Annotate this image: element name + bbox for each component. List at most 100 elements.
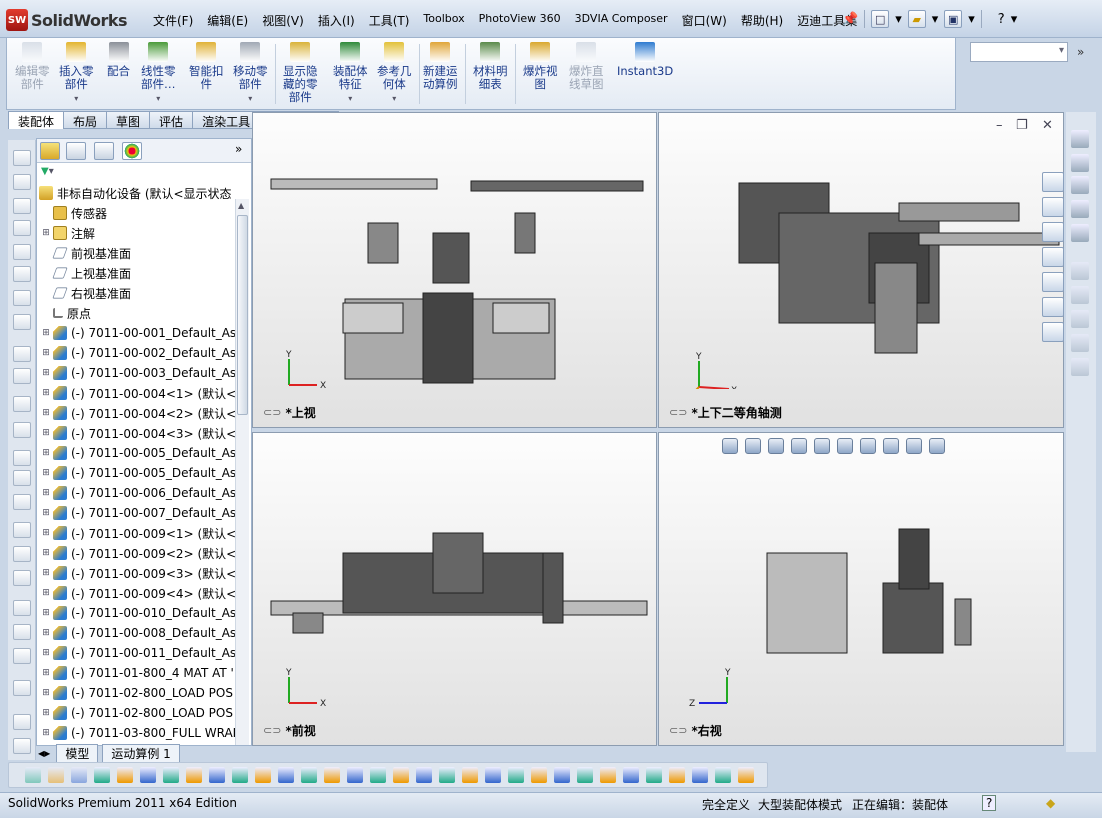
pin-icon[interactable]: 📌	[842, 12, 858, 27]
dropdown-icon[interactable]: ▾	[348, 92, 352, 105]
toolbar-icon[interactable]	[13, 290, 31, 306]
selection-filter-icon[interactable]	[508, 767, 524, 783]
toolbar-icon[interactable]	[13, 680, 31, 696]
dropdown-icon[interactable]: ▾	[932, 12, 939, 27]
expand-toggle-icon[interactable]: ⊞	[41, 228, 51, 238]
toolbar-icon[interactable]	[1071, 176, 1089, 194]
tree-item[interactable]: ⊞ (-) 7011-00-002_Default_As	[37, 343, 251, 363]
selection-filter-icon[interactable]	[140, 767, 156, 783]
selection-filter-icon[interactable]	[25, 767, 41, 783]
toolbar-icon[interactable]	[1071, 130, 1089, 148]
toolbar-icon[interactable]	[1071, 334, 1089, 352]
toolbar-icon[interactable]	[1071, 224, 1089, 242]
selection-filter-icon[interactable]	[646, 767, 662, 783]
selection-filter-icon[interactable]	[692, 767, 708, 783]
scrollbar-thumb[interactable]	[237, 215, 248, 415]
dropdown-icon[interactable]: ▾	[895, 12, 902, 27]
tree-item[interactable]: ⊞ (-) 7011-00-003_Default_As	[37, 363, 251, 383]
scroll-up-icon[interactable]: ▲	[238, 201, 244, 210]
selection-filter-icon[interactable]	[94, 767, 110, 783]
toolbar-icon[interactable]	[13, 266, 31, 282]
tree-item[interactable]: ⊞ (-) 7011-03-800_FULL WRAI	[37, 723, 251, 743]
expand-toggle-icon[interactable]: ⊞	[41, 428, 51, 438]
tree-item-root[interactable]: 非标自动化设备 (默认<显示状态	[37, 183, 251, 203]
expand-toggle-icon[interactable]: ⊞	[41, 388, 51, 398]
viewport-1[interactable]: YXZ⊂⊃*上下二等角轴测	[658, 112, 1064, 428]
tab-2[interactable]: 草图	[107, 111, 151, 129]
tree-item[interactable]: 原点	[37, 303, 251, 323]
dropdown-icon[interactable]: ▾	[74, 92, 78, 105]
toolbar-icon[interactable]	[1071, 154, 1089, 172]
link-views-icon[interactable]: ⊂⊃	[263, 724, 281, 737]
toolbar-icon[interactable]	[13, 450, 31, 466]
command-button[interactable]: 智能扣 件	[189, 42, 224, 91]
tree-item[interactable]: ⊞ (-) 7011-00-004<1> (默认<	[37, 383, 251, 403]
close-icon[interactable]: ✕	[1042, 118, 1053, 133]
selection-filter-icon[interactable]	[209, 767, 225, 783]
help-icon[interactable]: ?	[998, 12, 1005, 27]
command-button[interactable]: 移动零 部件 ▾	[233, 42, 268, 105]
selection-filter-icon[interactable]	[301, 767, 317, 783]
property-manager-tab-icon[interactable]	[66, 142, 86, 160]
app-logo[interactable]: SW SolidWorks	[6, 8, 128, 32]
zoom-to-fit-icon[interactable]	[722, 438, 738, 454]
menu-item[interactable]: 文件(F)	[146, 12, 200, 29]
design-library-icon[interactable]	[1042, 222, 1064, 242]
tree-item[interactable]: ⊞ (-) 7011-00-009<2> (默认<	[37, 543, 251, 563]
expand-toggle-icon[interactable]: ⊞	[41, 568, 51, 578]
command-button[interactable]: 爆炸视 图	[523, 42, 558, 91]
toolbar-icon[interactable]	[13, 470, 31, 486]
selection-filter-icon[interactable]	[577, 767, 593, 783]
selection-filter-icon[interactable]	[623, 767, 639, 783]
command-button[interactable]: 参考几 何体 ▾	[377, 42, 412, 105]
tree-item[interactable]: ⊞ (-) 7011-02-800_LOAD POS	[37, 683, 251, 703]
expand-toggle-icon[interactable]: ⊞	[41, 348, 51, 358]
expand-toggle-icon[interactable]: ⊞	[41, 488, 51, 498]
expand-chevron-icon[interactable]: »	[235, 142, 242, 156]
restore-icon[interactable]: ❐	[1016, 118, 1028, 133]
view-orientation-icon[interactable]	[814, 438, 830, 454]
dropdown-icon[interactable]: ▾	[156, 92, 160, 105]
zoom-area-icon[interactable]	[745, 438, 761, 454]
toolbar-icon[interactable]	[13, 396, 31, 412]
selection-filter-icon[interactable]	[48, 767, 64, 783]
previous-view-icon[interactable]	[768, 438, 784, 454]
appearance-icon[interactable]	[883, 438, 899, 454]
toolbar-icon[interactable]	[13, 368, 31, 384]
dropdown-icon[interactable]: ▾	[392, 92, 396, 105]
selection-filter-icon[interactable]	[462, 767, 478, 783]
tree-item[interactable]: ⊞ (-) 7011-00-010_Default_As	[37, 603, 251, 623]
link-views-icon[interactable]: ⊂⊃	[263, 406, 281, 419]
toolbar-icon[interactable]	[1071, 310, 1089, 328]
toolbar-icon[interactable]	[13, 346, 31, 362]
toolbar-icon[interactable]	[13, 648, 31, 664]
toolbar-icon[interactable]	[13, 600, 31, 616]
expand-toggle-icon[interactable]: ⊞	[41, 408, 51, 418]
toolbar-icon[interactable]	[1071, 358, 1089, 376]
toolbar-icon[interactable]	[1071, 200, 1089, 218]
expand-toggle-icon[interactable]: ⊞	[41, 728, 51, 738]
tree-scrollbar[interactable]: ▲	[235, 199, 249, 745]
tree-item[interactable]: ⊞ (-) 7011-00-004<3> (默认<	[37, 423, 251, 443]
tab-4[interactable]: 渲染工具	[193, 111, 261, 129]
filter-icon[interactable]: ▼▾	[41, 166, 81, 180]
selection-filter-icon[interactable]	[600, 767, 616, 783]
selection-filter-icon[interactable]	[324, 767, 340, 783]
toolbar-icon[interactable]	[13, 570, 31, 586]
view-settings-icon[interactable]	[929, 438, 945, 454]
tree-item[interactable]: 右视基准面	[37, 283, 251, 303]
tree-item[interactable]: ⊞ (-) 7011-00-007_Default_As	[37, 503, 251, 523]
tree-item[interactable]: 传感器	[37, 203, 251, 223]
tab-1[interactable]: 布局	[64, 111, 108, 129]
tree-item[interactable]: ⊞ (-) 7011-00-006_Default_As	[37, 483, 251, 503]
selection-filter-icon[interactable]	[163, 767, 179, 783]
menu-item[interactable]: Toolbox	[416, 12, 471, 29]
tree-item[interactable]: ⊞ (-) 7011-02-800_LOAD POS	[37, 703, 251, 723]
toolbar-icon[interactable]	[13, 220, 31, 236]
menu-item[interactable]: 窗口(W)	[675, 12, 734, 29]
tree-item[interactable]: ⊞ (-) 7011-00-008_Default_As	[37, 623, 251, 643]
viewport-3[interactable]: Y Z ⊂⊃ *右视	[658, 432, 1064, 746]
tree-item[interactable]: ⊞ (-) 7011-00-004<2> (默认<	[37, 403, 251, 423]
toolbar-icon[interactable]	[13, 738, 31, 754]
selection-filter-icon[interactable]	[393, 767, 409, 783]
